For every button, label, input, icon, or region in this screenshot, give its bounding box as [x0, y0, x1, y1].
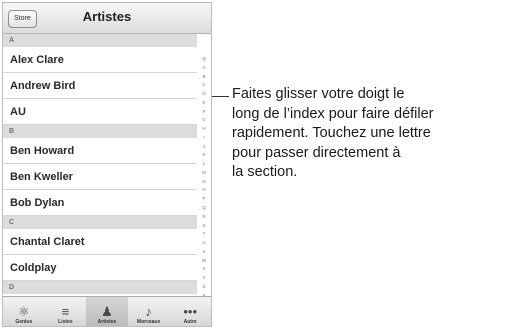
- artist-row[interactable]: Andrew Bird: [3, 73, 197, 99]
- index-letter[interactable]: I: [203, 135, 204, 140]
- index-letter[interactable]: T: [203, 231, 206, 236]
- index-letter[interactable]: Y: [202, 275, 205, 280]
- tab-label: Genius: [15, 319, 33, 325]
- index-letter[interactable]: R: [202, 214, 205, 219]
- index-letter[interactable]: G: [202, 117, 206, 122]
- index-letter[interactable]: W: [202, 258, 206, 263]
- tab-listes[interactable]: ≡ Listes: [45, 297, 87, 326]
- section-header: A: [3, 34, 197, 47]
- section-header: B: [3, 125, 197, 138]
- more-icon: •••: [183, 304, 197, 319]
- index-letter[interactable]: P: [202, 196, 205, 201]
- callout-line-text: rapidement. Touchez une lettre: [232, 125, 431, 141]
- music-note-icon: ♪: [145, 304, 152, 319]
- genius-icon: ⚛: [17, 304, 30, 319]
- index-letter[interactable]: H: [202, 126, 205, 131]
- artist-row[interactable]: Ben Howard: [3, 138, 197, 164]
- index-letter[interactable]: D: [202, 91, 205, 96]
- index-letter[interactable]: E: [202, 100, 205, 105]
- tab-morceaux[interactable]: ♪ Morceaux: [128, 297, 170, 326]
- callout-line-text: la section.: [232, 164, 298, 180]
- index-letter[interactable]: O: [202, 187, 206, 192]
- artist-list: A Alex Clare Andrew Bird AU B Ben Howard Ben K…: [3, 34, 197, 294]
- index-letter[interactable]: C: [202, 82, 205, 87]
- index-letter[interactable]: B: [202, 74, 205, 79]
- artist-row[interactable]: Coldplay: [3, 255, 197, 281]
- index-letter[interactable]: X: [202, 266, 205, 271]
- tab-label: Artistes: [97, 319, 117, 325]
- navigation-bar: Store Artistes: [3, 3, 211, 34]
- callout-pointer-line: [212, 96, 229, 97]
- index-letter[interactable]: Q: [202, 205, 206, 210]
- index-letter[interactable]: V: [202, 249, 205, 254]
- callout-line-text: pour passer directement à: [232, 144, 401, 161]
- tab-label: Morceaux: [136, 319, 161, 325]
- alphabet-index[interactable]: QABCDEFGHIJKLMNOPQRSTUVWXYZ#: [197, 56, 211, 298]
- index-letter[interactable]: M: [202, 170, 206, 175]
- index-letter[interactable]: J: [203, 144, 205, 149]
- callout-text: Faites glisser votre doigt le long de l’i…: [232, 85, 510, 183]
- tab-bar: ⚛ Genius ≡ Listes ♟ Artistes ♪ Morceaux ••• Autre: [3, 296, 211, 326]
- index-letter[interactable]: F: [203, 109, 206, 114]
- index-letter[interactable]: K: [202, 152, 205, 157]
- callout-line-text: long de l’index pour faire défiler: [232, 105, 434, 122]
- artist-row[interactable]: Bob Dylan: [3, 190, 197, 216]
- callout-line-text: Faites glisser votre doigt le: [232, 86, 405, 102]
- artist-icon: ♟: [101, 304, 113, 319]
- artist-row[interactable]: Chantal Claret: [3, 229, 197, 255]
- index-letter[interactable]: N: [202, 179, 205, 184]
- index-letter[interactable]: S: [202, 223, 205, 228]
- tab-autre[interactable]: ••• Autre: [169, 297, 211, 326]
- tab-artistes[interactable]: ♟ Artistes: [86, 297, 128, 326]
- artist-row[interactable]: AU: [3, 99, 197, 125]
- iphone-screen: Store Artistes A Alex Clare Andrew Bird AU B…: [2, 2, 212, 327]
- tab-label: Listes: [58, 319, 73, 325]
- tab-genius[interactable]: ⚛ Genius: [3, 297, 45, 326]
- page-title: Artistes: [82, 9, 132, 24]
- section-header: D: [3, 281, 197, 294]
- tab-label: Autre: [183, 319, 197, 325]
- playlist-icon: ≡: [61, 304, 70, 319]
- index-letter[interactable]: L: [203, 161, 206, 166]
- section-header: C: [3, 216, 197, 229]
- index-letter[interactable]: A: [202, 65, 205, 70]
- artist-row[interactable]: Alex Clare: [3, 47, 197, 73]
- artist-row[interactable]: Ben Kweller: [3, 164, 197, 190]
- index-letter[interactable]: Q: [202, 56, 206, 61]
- index-letter[interactable]: U: [202, 240, 205, 245]
- index-letter[interactable]: Z: [203, 284, 206, 289]
